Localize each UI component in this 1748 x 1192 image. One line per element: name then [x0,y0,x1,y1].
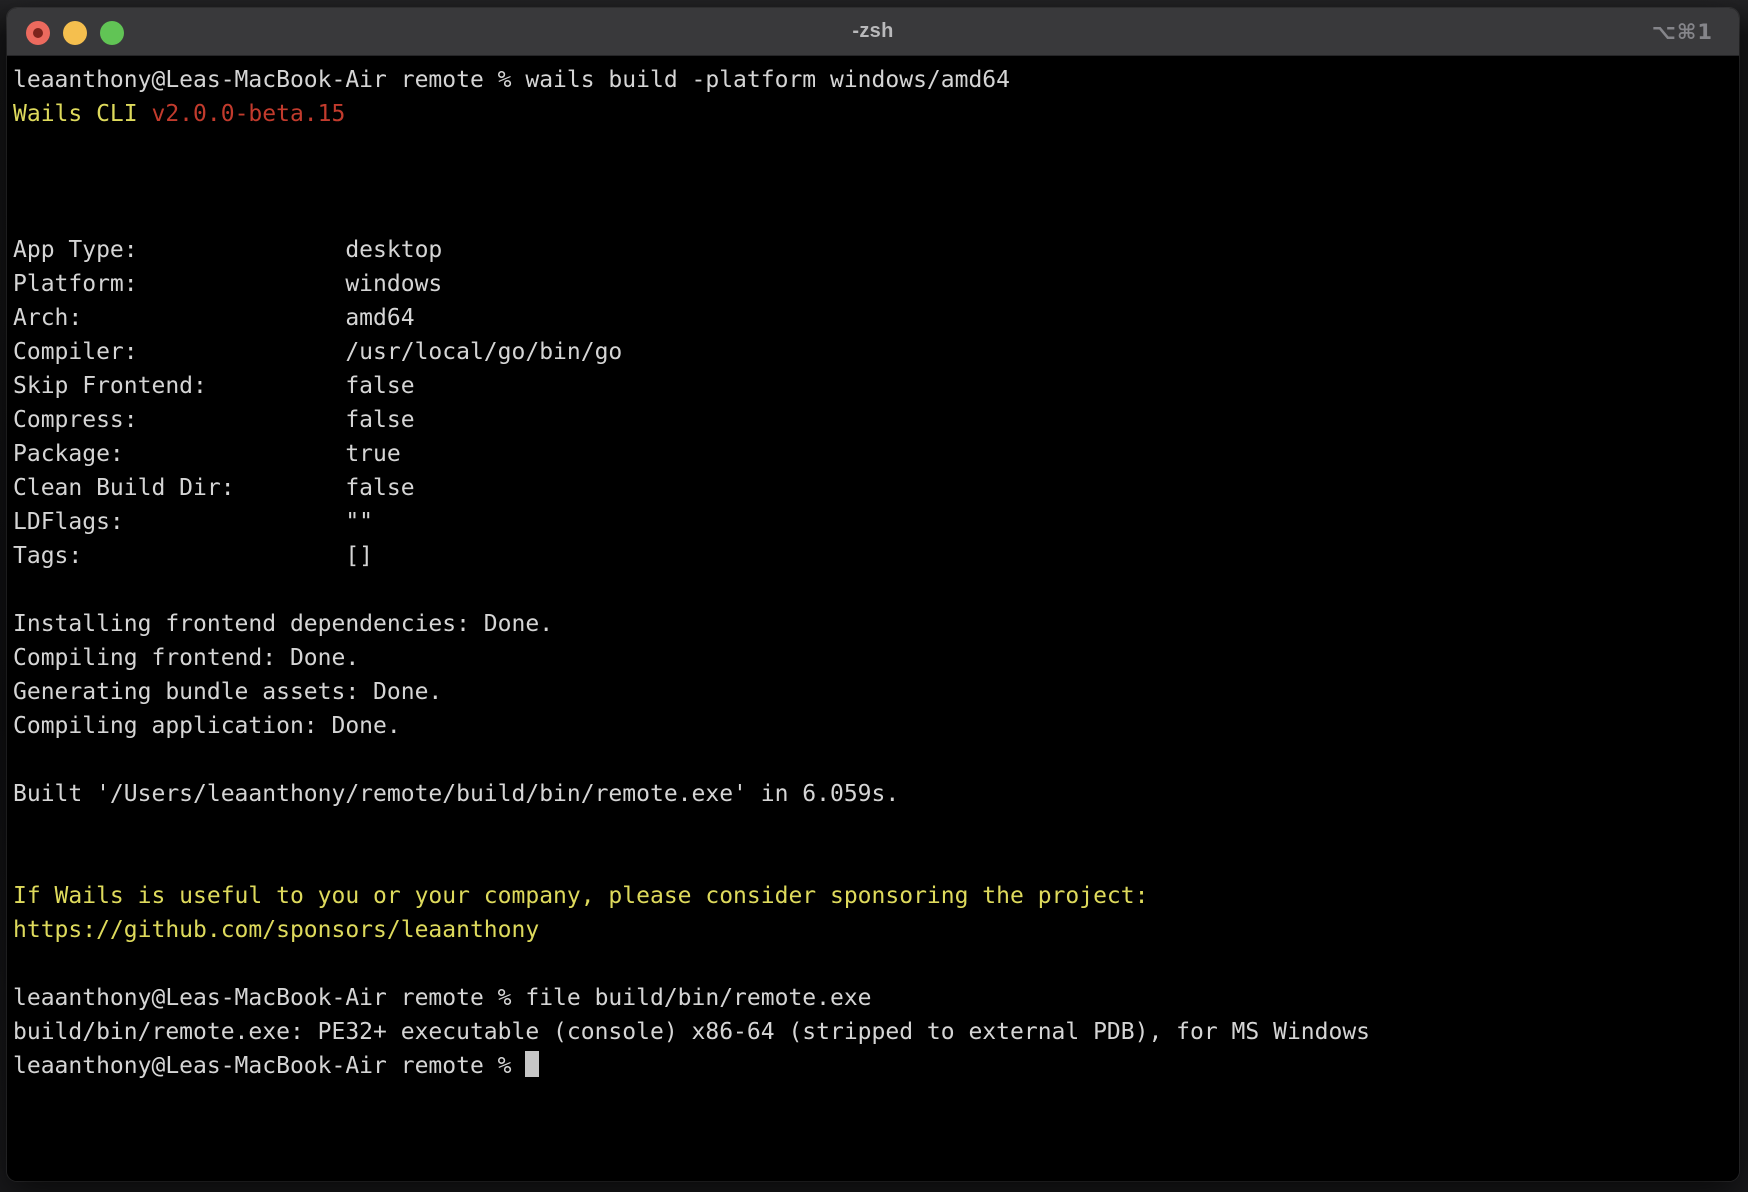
config-row-text: App Type: desktop [13,237,442,263]
window-shortcut-badge: ⌥⌘1 [1652,8,1713,56]
config-row-text: Package: true [13,441,401,467]
terminal-line [13,131,1735,165]
minimize-button[interactable] [63,21,87,45]
terminal-line: Built '/Users/leaanthony/remote/build/bi… [13,777,1735,811]
terminal-line: Tags: [] [13,539,1735,573]
config-row-text: Compress: false [13,407,415,433]
terminal-text: leaanthony@Leas-MacBook-Air remote % wai… [13,67,1010,93]
terminal-text: leaanthony@Leas-MacBook-Air remote % fil… [13,985,872,1011]
terminal-line: Platform: windows [13,267,1735,301]
terminal-line [13,947,1735,981]
terminal-text: Installing frontend dependencies: Done. [13,611,553,637]
config-row-text: Compiler: /usr/local/go/bin/go [13,339,622,365]
terminal-line: If Wails is useful to you or your compan… [13,879,1735,913]
terminal-line: Installing frontend dependencies: Done. [13,607,1735,641]
terminal-line [13,165,1735,199]
terminal-line: Generating bundle assets: Done. [13,675,1735,709]
terminal-line: leaanthony@Leas-MacBook-Air remote % fil… [13,981,1735,1015]
terminal-output[interactable]: leaanthony@Leas-MacBook-Air remote % wai… [7,57,1739,1181]
terminal-line [13,573,1735,607]
terminal-line: Skip Frontend: false [13,369,1735,403]
terminal-line: https://github.com/sponsors/leaanthony [13,913,1735,947]
terminal-line: Wails CLI v2.0.0-beta.15 [13,97,1735,131]
terminal-line: Arch: amd64 [13,301,1735,335]
config-row-text: Skip Frontend: false [13,373,415,399]
zoom-button[interactable] [100,21,124,45]
terminal-line: Package: true [13,437,1735,471]
desktop-background: -zsh ⌥⌘1 leaanthony@Leas-MacBook-Air rem… [0,0,1748,1192]
config-row-text: LDFlags: "" [13,509,373,535]
config-row-text: Arch: amd64 [13,305,415,331]
terminal-line: leaanthony@Leas-MacBook-Air remote % wai… [13,63,1735,97]
terminal-line: Compiling application: Done. [13,709,1735,743]
terminal-text: Built '/Users/leaanthony/remote/build/bi… [13,781,899,807]
terminal-line: leaanthony@Leas-MacBook-Air remote % [13,1049,1735,1083]
sponsor-link: https://github.com/sponsors/leaanthony [13,917,539,943]
terminal-line [13,199,1735,233]
wails-cli-label: Wails CLI [13,101,151,127]
terminal-line [13,811,1735,845]
close-button[interactable] [26,21,50,45]
titlebar[interactable]: -zsh ⌥⌘1 [7,8,1739,56]
terminal-line: Compiling frontend: Done. [13,641,1735,675]
terminal-text: Generating bundle assets: Done. [13,679,442,705]
terminal-window: -zsh ⌥⌘1 leaanthony@Leas-MacBook-Air rem… [7,8,1739,1181]
close-modified-dot [33,28,43,38]
terminal-line: build/bin/remote.exe: PE32+ executable (… [13,1015,1735,1049]
wails-cli-version: v2.0.0-beta.15 [151,101,345,127]
traffic-lights [26,21,124,45]
terminal-line [13,743,1735,777]
terminal-line: LDFlags: "" [13,505,1735,539]
terminal-text: Compiling frontend: Done. [13,645,359,671]
terminal-line: Compress: false [13,403,1735,437]
config-row-text: Platform: windows [13,271,442,297]
terminal-text: leaanthony@Leas-MacBook-Air remote % [13,1053,525,1079]
terminal-line: App Type: desktop [13,233,1735,267]
terminal-line: Clean Build Dir: false [13,471,1735,505]
config-row-text: Tags: [] [13,543,373,569]
terminal-text: Compiling application: Done. [13,713,401,739]
terminal-cursor [525,1051,539,1077]
terminal-text: build/bin/remote.exe: PE32+ executable (… [13,1019,1370,1045]
terminal-text: If Wails is useful to you or your compan… [13,883,1148,909]
config-row-text: Clean Build Dir: false [13,475,415,501]
terminal-line: Compiler: /usr/local/go/bin/go [13,335,1735,369]
window-title: -zsh [852,20,893,43]
terminal-line [13,845,1735,879]
